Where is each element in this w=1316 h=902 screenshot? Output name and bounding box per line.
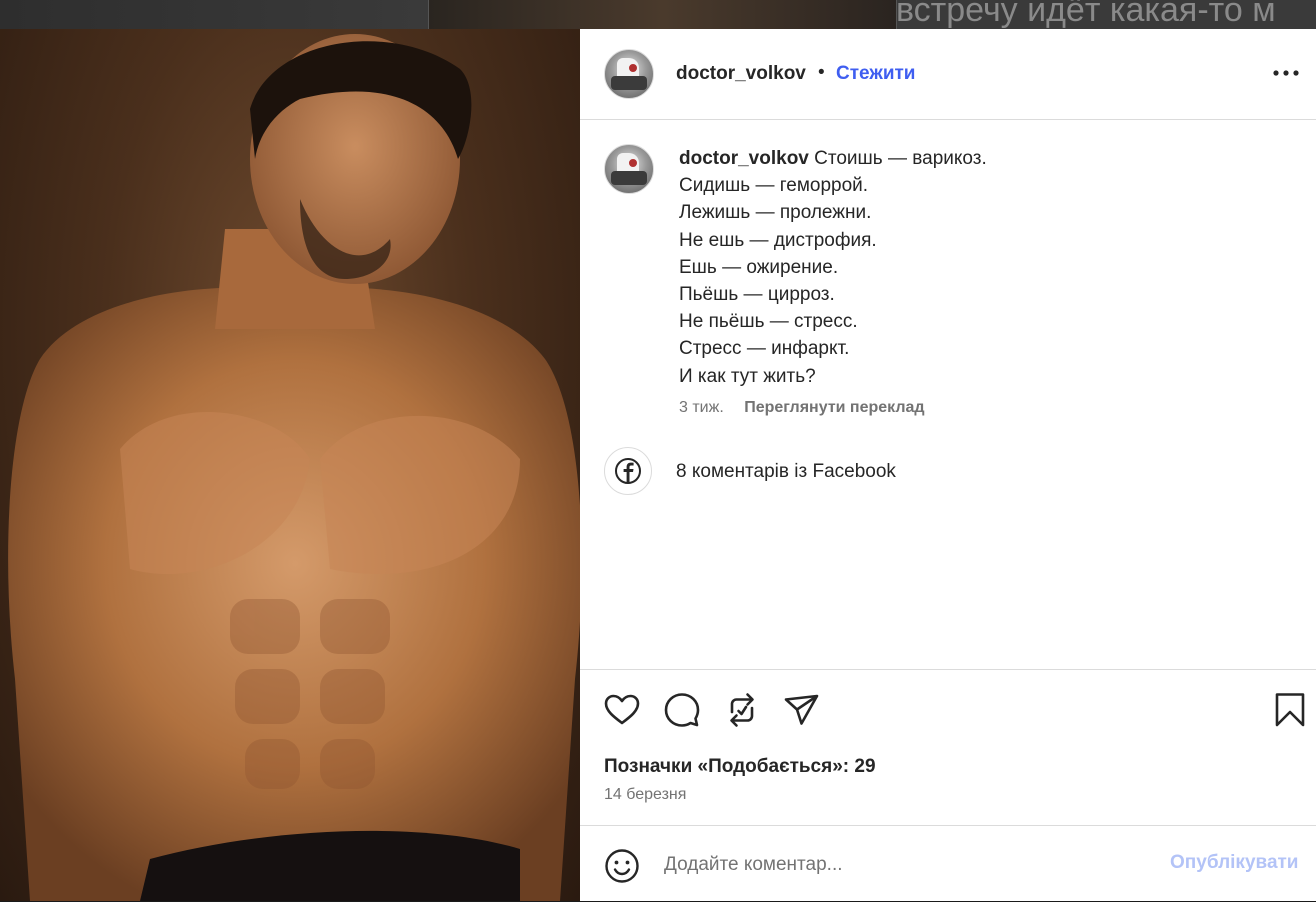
comment-input[interactable] <box>664 850 1144 880</box>
publish-button[interactable]: Опублікувати <box>1170 852 1299 874</box>
post-actions: Позначки «Подобається»: 29 14 березня <box>580 669 1316 826</box>
caption-line: Не ешь — дистрофия. <box>679 229 877 251</box>
heart-icon[interactable] <box>602 690 642 730</box>
more-options-icon[interactable] <box>1268 61 1304 85</box>
post-header: doctor_volkov • Стежити <box>580 29 1316 120</box>
send-icon[interactable] <box>782 690 822 730</box>
caption-line: Ешь — ожирение. <box>679 256 839 278</box>
photo-illustration <box>8 34 580 901</box>
comment-icon[interactable] <box>662 690 702 730</box>
author-username[interactable]: doctor_volkov <box>676 63 806 85</box>
facebook-comments-link[interactable]: 8 коментарів із Facebook <box>676 461 896 483</box>
post-time[interactable]: 3 тиж. <box>679 399 724 416</box>
caption-author[interactable]: doctor_volkov <box>679 148 809 169</box>
post-date: 14 березня <box>604 786 687 803</box>
caption-line: Пьёшь — цирроз. <box>679 284 835 306</box>
caption-avatar[interactable] <box>604 144 654 194</box>
caption-line: И как тут жить? <box>679 365 816 387</box>
comment-bar: Опублікувати <box>580 825 1316 902</box>
background-tile <box>0 0 428 29</box>
caption-line: Стресс — инфаркт. <box>679 338 850 360</box>
background-text: встречу идёт какая-то м <box>896 0 1276 29</box>
follow-button[interactable]: Стежити <box>836 63 915 85</box>
background-page-strip: встречу идёт какая-то м <box>0 0 1316 29</box>
background-tile <box>428 0 897 29</box>
separator-dot: • <box>818 62 825 83</box>
emoji-icon[interactable] <box>604 848 640 884</box>
caption-line: doctor_volkov Стоишь — варикоз. <box>679 148 987 169</box>
likes-count[interactable]: Позначки «Подобається»: 29 <box>604 756 876 778</box>
avatar[interactable] <box>604 49 654 99</box>
post-details-panel: doctor_volkov • Стежити doctor_volkov Ст… <box>580 29 1316 901</box>
caption-line: Лежишь — пролежни. <box>679 202 872 224</box>
facebook-icon <box>604 447 652 495</box>
caption-meta: 3 тиж. Переглянути переклад <box>679 399 925 417</box>
caption-line: Сидишь — геморрой. <box>679 175 869 197</box>
repost-icon[interactable] <box>722 690 762 730</box>
bookmark-icon[interactable] <box>1270 690 1310 730</box>
post-photo[interactable] <box>0 29 580 901</box>
post-caption: doctor_volkov Стоишь — варикоз. Сидишь —… <box>679 145 1279 390</box>
caption-line: Не пьёшь — стресс. <box>679 311 858 333</box>
see-translation-link[interactable]: Переглянути переклад <box>744 399 924 416</box>
